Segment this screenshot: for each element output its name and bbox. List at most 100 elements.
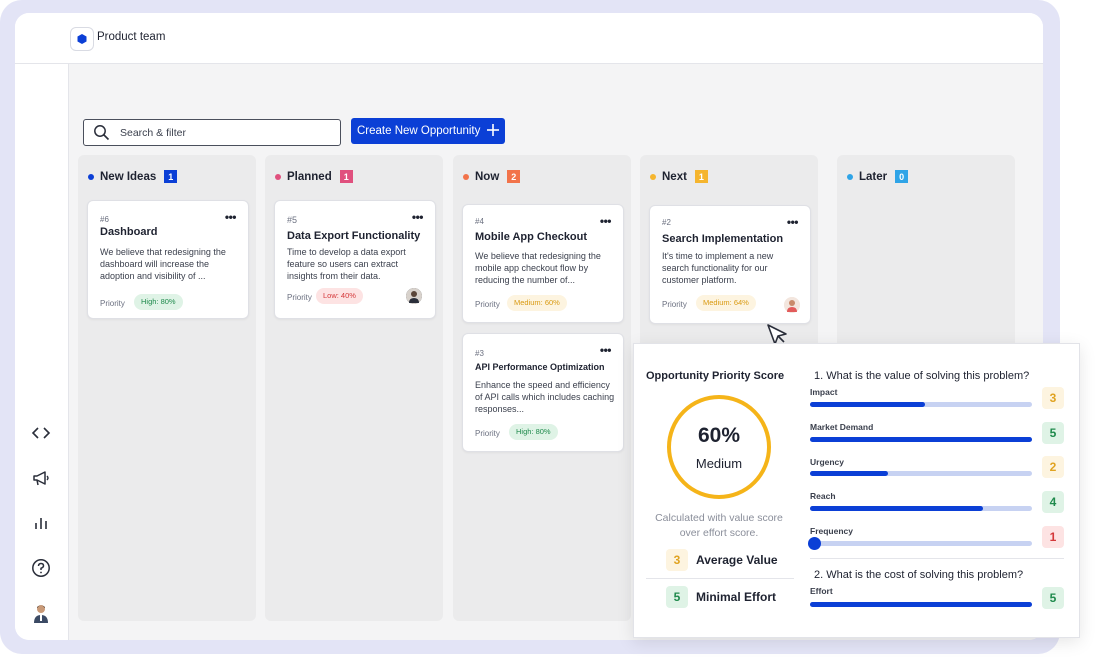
metric-label: Effort — [810, 586, 833, 596]
priority-score-panel: Opportunity Priority Score 60% Medium Ca… — [633, 343, 1080, 638]
market-demand-slider[interactable] — [810, 437, 1032, 442]
metric-score: 2 — [1042, 456, 1064, 478]
metric-score: 1 — [1042, 526, 1064, 548]
average-value-label: Average Value — [696, 553, 778, 567]
metric-label: Market Demand — [810, 422, 874, 432]
column-title: Planned — [287, 170, 332, 183]
team-logo-icon[interactable] — [70, 27, 94, 51]
status-dot — [88, 173, 94, 180]
card-title: API Performance Optimization — [475, 362, 605, 372]
priority-badge: High: 80% — [509, 424, 558, 440]
opportunity-card[interactable]: #3 ••• API Performance Optimization Enha… — [462, 333, 624, 452]
create-opportunity-button[interactable]: Create New Opportunity — [351, 118, 505, 144]
sidebar — [15, 64, 69, 640]
opportunity-card[interactable]: #5 ••• Data Export Functionality Time to… — [274, 200, 436, 319]
opportunity-card[interactable]: #6 ••• Dashboard We believe that redesig… — [87, 200, 249, 319]
more-icon[interactable]: ••• — [600, 343, 612, 357]
minimal-effort-score: 5 — [666, 586, 688, 608]
slider-fill — [810, 471, 888, 476]
urgency-slider[interactable] — [810, 471, 1032, 476]
metric-score: 5 — [1042, 422, 1064, 444]
value-question: 1. What is the value of solving this pro… — [814, 370, 1030, 382]
status-dot — [463, 173, 469, 180]
divider — [810, 558, 1064, 559]
priority-label: Priority — [100, 299, 125, 308]
megaphone-icon[interactable] — [29, 466, 53, 490]
workspace-name[interactable]: Product team — [97, 31, 165, 43]
average-value-row: 3 Average Value — [666, 549, 778, 571]
frequency-slider[interactable] — [808, 537, 1032, 550]
slider-handle[interactable] — [808, 537, 821, 550]
metric-label: Frequency — [810, 526, 853, 536]
more-icon[interactable]: ••• — [787, 215, 799, 229]
metric-score: 4 — [1042, 491, 1064, 513]
effort-slider[interactable] — [810, 602, 1032, 607]
status-dot — [847, 173, 853, 180]
opportunity-card[interactable]: #2 ••• Search Implementation It's time t… — [649, 205, 811, 324]
priority-badge: Low: 40% — [316, 288, 363, 304]
card-number: #4 — [475, 217, 484, 226]
column-title: Next — [662, 170, 687, 183]
impact-slider[interactable] — [810, 402, 1032, 407]
slider-fill — [810, 506, 984, 511]
priority-badge: Medium: 60% — [507, 295, 567, 311]
more-icon[interactable]: ••• — [412, 210, 424, 224]
column-count-badge: 2 — [507, 170, 521, 183]
code-icon[interactable] — [29, 421, 53, 445]
average-value-score: 3 — [666, 549, 688, 571]
column-count-badge: 0 — [895, 170, 909, 183]
priority-label: Priority — [475, 300, 500, 309]
card-number: #2 — [662, 218, 671, 227]
help-icon[interactable] — [29, 556, 53, 580]
reach-slider[interactable] — [810, 506, 1032, 511]
top-bar: Product team — [15, 13, 1043, 64]
divider — [646, 578, 794, 579]
cost-question: 2. What is the cost of solving this prob… — [814, 569, 1024, 581]
slider-fill — [810, 402, 926, 407]
metric-label: Reach — [810, 491, 836, 501]
metric-score: 5 — [1042, 587, 1064, 609]
priority-badge: Medium: 64% — [696, 295, 756, 311]
card-title: Dashboard — [100, 226, 158, 238]
card-number: #3 — [475, 349, 484, 358]
create-opportunity-label: Create New Opportunity — [357, 125, 481, 137]
user-avatar[interactable] — [29, 601, 53, 625]
slider-fill — [810, 437, 1032, 442]
card-description: We believe that redesigning the mobile a… — [475, 251, 601, 285]
priority-score-level: Medium — [695, 456, 743, 471]
assignee-avatar[interactable] — [406, 288, 422, 304]
metric-label: Urgency — [810, 457, 845, 467]
card-title: Data Export Functionality — [287, 230, 421, 242]
column-title: New Ideas — [100, 170, 157, 183]
priority-label: Priority — [475, 429, 500, 438]
metric-label: Impact — [810, 387, 838, 397]
more-icon[interactable]: ••• — [600, 214, 612, 228]
search-placeholder: Search & filter — [120, 127, 186, 139]
priority-badge: High: 80% — [134, 294, 183, 310]
search-input[interactable]: Search & filter — [83, 119, 341, 146]
card-number: #5 — [287, 215, 298, 225]
slider-fill — [810, 602, 1032, 607]
card-title: Mobile App Checkout — [475, 231, 588, 243]
more-icon[interactable]: ••• — [225, 210, 237, 224]
card-description: We believe that redesigning the dashboar… — [100, 247, 226, 281]
card-description: It's time to implement a new search func… — [662, 251, 774, 285]
status-dot — [650, 173, 656, 180]
column-planned: Planned 1 #5 ••• Data Export Functionali… — [265, 155, 443, 621]
column-header: Next 1 — [650, 170, 708, 183]
priority-label: Priority — [662, 300, 687, 309]
card-number: #6 — [100, 215, 109, 224]
column-header: Later 0 — [847, 170, 909, 183]
column-header: New Ideas 1 — [88, 170, 178, 183]
card-title: Search Implementation — [662, 233, 784, 245]
card-description: Time to develop a data export feature so… — [287, 247, 406, 281]
search-icon — [93, 124, 110, 146]
bar-chart-icon[interactable] — [29, 511, 53, 535]
column-title: Later — [859, 170, 888, 183]
column-count-badge: 1 — [164, 170, 178, 183]
column-count-badge: 1 — [339, 170, 353, 183]
metric-score: 3 — [1042, 387, 1064, 409]
opportunity-card[interactable]: #4 ••• Mobile App Checkout We believe th… — [462, 204, 624, 323]
column-now: Now 2 #4 ••• Mobile App Checkout We beli… — [453, 155, 631, 621]
assignee-avatar[interactable] — [784, 297, 800, 313]
